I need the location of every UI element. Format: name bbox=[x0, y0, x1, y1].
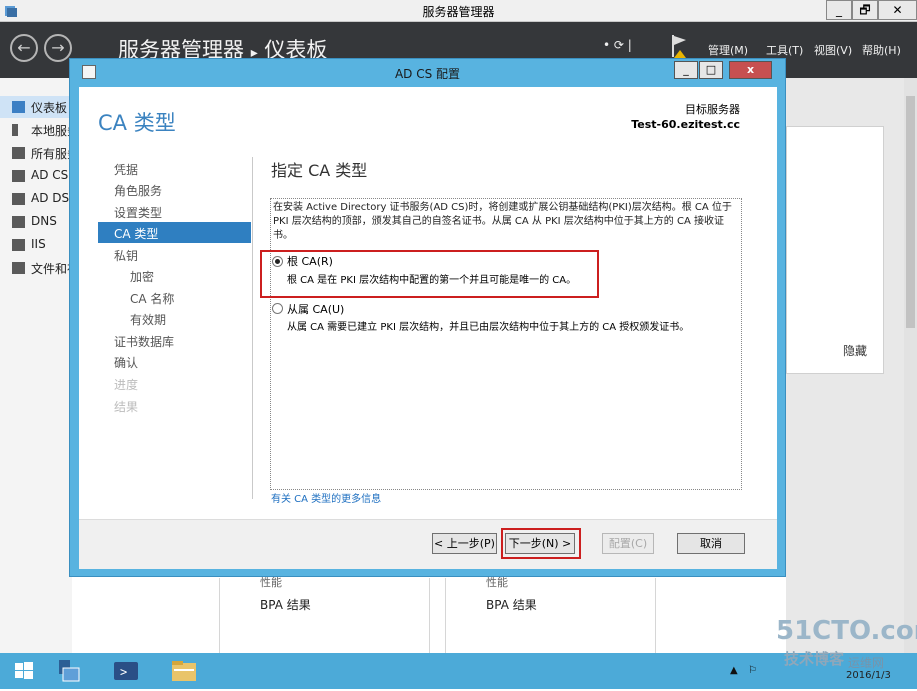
nav-item-adcs[interactable]: AD CS bbox=[0, 165, 72, 187]
dialog-titlebar[interactable]: AD CS 配置 _ □ x bbox=[70, 59, 785, 87]
step-progress: 进度 bbox=[114, 378, 139, 392]
section-heading: 指定 CA 类型 bbox=[271, 161, 368, 180]
dashboard-tile bbox=[786, 126, 884, 374]
nav-item-dns[interactable]: DNS bbox=[0, 211, 72, 233]
svg-text:>: > bbox=[120, 665, 127, 679]
adds-icon bbox=[12, 193, 25, 205]
tray-flag-icon[interactable]: ⚐ bbox=[748, 665, 757, 676]
target-server-label: 目标服务器 bbox=[685, 103, 740, 116]
nav-item-adds[interactable]: AD DS bbox=[0, 188, 72, 210]
start-icon[interactable] bbox=[2, 655, 46, 687]
step-setup-type[interactable]: 设置类型 bbox=[114, 204, 162, 221]
server-manager-icon[interactable] bbox=[47, 655, 91, 687]
page-title: CA 类型 bbox=[98, 111, 176, 135]
watermark-blog: 技术博客 bbox=[784, 650, 845, 668]
configure-button: 配置(C) bbox=[602, 533, 654, 554]
tray-date[interactable]: 2016/1/3 bbox=[846, 670, 891, 681]
card-bpa-label[interactable]: BPA 结果 bbox=[486, 596, 537, 613]
root-ca-label[interactable]: 根 CA(R) bbox=[287, 253, 333, 269]
back-nav-icon[interactable]: ← bbox=[10, 34, 38, 62]
window-titlebar: 服务器管理器 _ 🗗 ✕ bbox=[0, 0, 917, 22]
nav-item-dashboard[interactable]: 仪表板 bbox=[0, 96, 72, 118]
step-validity-period[interactable]: 有效期 bbox=[130, 311, 166, 328]
watermark-logo: 51CTO.com bbox=[776, 616, 917, 646]
tray-expand-icon[interactable]: ▲ bbox=[730, 665, 738, 676]
watermark-site: 运维网 bbox=[848, 656, 885, 670]
menu-help[interactable]: 帮助(H) bbox=[862, 42, 901, 58]
step-private-key[interactable]: 私钥 bbox=[114, 247, 138, 264]
next-button[interactable]: 下一步(N) > bbox=[505, 533, 575, 554]
step-role-services[interactable]: 角色服务 bbox=[114, 182, 162, 199]
ca-type-description: 在安装 Active Directory 证书服务(AD CS)时，将创建或扩展… bbox=[273, 202, 732, 241]
cancel-button[interactable]: 取消 bbox=[677, 533, 745, 554]
card-bpa-label[interactable]: BPA 结果 bbox=[260, 596, 311, 613]
left-navigation: 仪表板 本地服务器 所有服务器 AD CS AD DS DNS IIS 文件和存… bbox=[0, 78, 72, 653]
step-cryptography[interactable]: 加密 bbox=[130, 268, 154, 285]
step-ca-type[interactable]: CA 类型 bbox=[98, 222, 251, 243]
forward-nav-icon[interactable]: → bbox=[44, 34, 72, 62]
server-icon bbox=[12, 124, 18, 136]
close-button[interactable]: ✕ bbox=[878, 0, 917, 20]
servers-icon bbox=[12, 147, 25, 159]
step-results: 结果 bbox=[114, 400, 139, 414]
minimize-button[interactable]: _ bbox=[826, 0, 852, 20]
refresh-icon[interactable]: • ⟳ | bbox=[603, 38, 632, 52]
menu-view[interactable]: 视图(V) bbox=[814, 42, 852, 58]
subordinate-ca-label[interactable]: 从属 CA(U) bbox=[287, 301, 344, 317]
powershell-icon[interactable]: > bbox=[105, 655, 149, 687]
hide-link[interactable]: 隐藏 bbox=[843, 342, 867, 359]
dns-icon bbox=[12, 216, 25, 228]
dialog-footer: < 上一步(P) 下一步(N) > 配置(C) 取消 bbox=[79, 519, 777, 569]
file-explorer-icon[interactable] bbox=[163, 655, 207, 687]
subordinate-ca-radio[interactable] bbox=[272, 303, 283, 314]
steps-divider bbox=[252, 157, 253, 499]
files-icon bbox=[12, 262, 25, 274]
target-server-value: Test-60.ezitest.cc bbox=[631, 118, 740, 131]
dashboard-icon bbox=[12, 101, 25, 113]
window-title: 服务器管理器 bbox=[422, 5, 495, 19]
role-card: 性能 BPA 结果 bbox=[219, 576, 430, 653]
nav-item-local-server[interactable]: 本地服务器 bbox=[0, 119, 72, 141]
more-info-link[interactable]: 有关 CA 类型的更多信息 bbox=[271, 490, 381, 505]
menu-tools[interactable]: 工具(T) bbox=[766, 42, 803, 58]
dialog-close-button[interactable]: x bbox=[729, 61, 772, 79]
step-credentials[interactable]: 凭据 bbox=[114, 161, 138, 178]
scrollbar-thumb[interactable] bbox=[906, 96, 915, 328]
ca-type-content: 在安装 Active Directory 证书服务(AD CS)时，将创建或扩展… bbox=[270, 198, 742, 490]
dialog-maximize-button[interactable]: □ bbox=[699, 61, 723, 79]
nav-item-file-storage[interactable]: 文件和存储服务 bbox=[0, 257, 72, 279]
restore-button[interactable]: 🗗 bbox=[852, 0, 878, 20]
taskbar: > ▲ ⚐ 2016/1/3 bbox=[0, 653, 917, 689]
subordinate-ca-description: 从属 CA 需要已建立 PKI 层次结构，并且已由层次结构中位于其上方的 CA … bbox=[287, 322, 690, 333]
step-ca-name[interactable]: CA 名称 bbox=[130, 290, 174, 307]
back-button[interactable]: < 上一步(P) bbox=[432, 533, 497, 554]
nav-item-iis[interactable]: IIS bbox=[0, 234, 72, 256]
step-certificate-database[interactable]: 证书数据库 bbox=[114, 333, 174, 350]
adcs-icon bbox=[12, 170, 25, 182]
role-card: 性能 BPA 结果 bbox=[445, 576, 656, 653]
root-ca-radio[interactable] bbox=[272, 256, 283, 267]
notification-flag-icon[interactable] bbox=[670, 34, 688, 58]
nav-item-all-servers[interactable]: 所有服务器 bbox=[0, 142, 72, 164]
root-ca-description: 根 CA 是在 PKI 层次结构中配置的第一个并且可能是唯一的 CA。 bbox=[287, 275, 577, 286]
step-confirmation[interactable]: 确认 bbox=[114, 354, 138, 371]
iis-icon bbox=[12, 239, 25, 251]
dialog-minimize-button[interactable]: _ bbox=[674, 61, 698, 79]
adcs-config-dialog: AD CS 配置 _ □ x CA 类型 目标服务器 Test-60.ezite… bbox=[69, 58, 786, 577]
dialog-body: CA 类型 目标服务器 Test-60.ezitest.cc 凭据 角色服务 设… bbox=[79, 87, 777, 569]
menu-manage[interactable]: 管理(M) bbox=[708, 42, 748, 58]
